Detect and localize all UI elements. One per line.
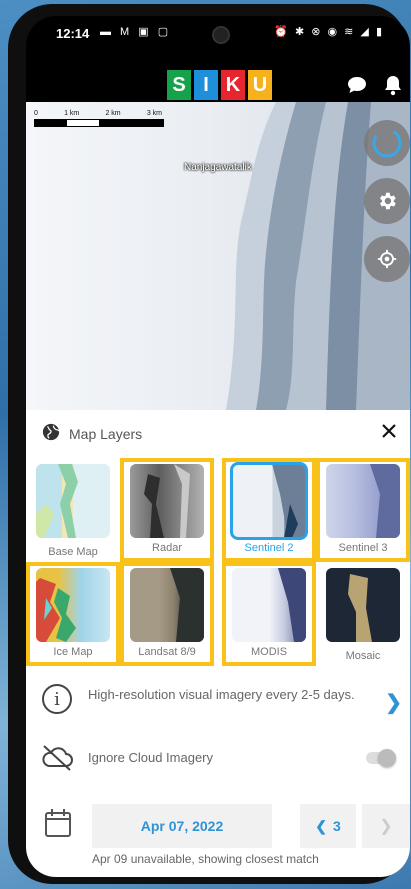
layer-grid: Base Map Radar Sentinel 2 Sentinel 3 Ice… bbox=[26, 458, 410, 668]
date-picker-button[interactable]: Apr 07, 2022 bbox=[92, 804, 272, 848]
chat-icon bbox=[348, 77, 366, 93]
front-camera bbox=[212, 26, 230, 44]
previous-date-button[interactable]: ❮ 3 bbox=[300, 804, 356, 848]
layer-label: Sentinel 2 bbox=[244, 542, 294, 554]
logo-letter-i: I bbox=[194, 70, 218, 100]
status-bar: 12:14 ▬ M ▣ ▢ ⏰ ✱ ⊗ ◉ ≋ ◢ ▮ bbox=[26, 16, 410, 50]
layer-tile-mosaic[interactable]: Mosaic bbox=[316, 562, 410, 666]
layer-label: Landsat 8/9 bbox=[138, 646, 196, 658]
app-header: S I K U bbox=[26, 50, 410, 102]
logo-letter-s: S bbox=[167, 70, 191, 100]
map-layers-panel: Map Layers Base Map Radar Sentinel 2 Sen… bbox=[26, 410, 410, 877]
layer-thumbnail bbox=[130, 568, 204, 642]
scale-label: 0 bbox=[34, 110, 38, 117]
gps-icon bbox=[377, 249, 397, 269]
scale-label: 2 km bbox=[105, 110, 121, 117]
siku-logo: S I K U bbox=[167, 70, 272, 100]
next-date-button[interactable]: ❯ bbox=[362, 804, 410, 848]
layer-info-row[interactable]: i High-resolution visual imagery every 2… bbox=[26, 684, 410, 724]
gear-icon bbox=[380, 192, 396, 210]
refresh-button[interactable] bbox=[364, 120, 410, 166]
scale-label: 1 km bbox=[64, 110, 80, 117]
place-name: Nanjagawatalik bbox=[184, 162, 252, 173]
status-time: 12:14 bbox=[56, 26, 90, 41]
bell-icon bbox=[385, 76, 401, 96]
layer-tile-radar[interactable]: Radar bbox=[120, 458, 214, 562]
layer-thumbnail bbox=[36, 464, 110, 538]
layer-description: High-resolution visual imagery every 2-5… bbox=[88, 687, 355, 702]
notification-icons: ▬ M ▣ ▢ bbox=[100, 26, 172, 38]
layer-thumbnail bbox=[230, 462, 308, 540]
layer-thumbnail bbox=[326, 568, 400, 642]
panel-title: Map Layers bbox=[69, 426, 143, 442]
logo-letter-k: K bbox=[221, 70, 245, 100]
chevron-right-icon: ❯ bbox=[379, 818, 393, 835]
cloud-off-icon bbox=[42, 745, 73, 771]
layer-thumbnail bbox=[130, 464, 204, 538]
map-scale: 0 1 km 2 km 3 km bbox=[34, 110, 164, 127]
layer-tile-base-map[interactable]: Base Map bbox=[26, 458, 120, 562]
layer-label: MODIS bbox=[250, 646, 288, 658]
layer-label: Mosaic bbox=[345, 650, 381, 662]
settings-button[interactable] bbox=[364, 178, 410, 224]
close-icon bbox=[382, 424, 396, 438]
calendar-icon bbox=[45, 809, 71, 837]
layer-tile-landsat[interactable]: Landsat 8/9 bbox=[120, 562, 214, 666]
info-icon: i bbox=[42, 684, 72, 714]
notifications-button[interactable] bbox=[380, 72, 406, 98]
layer-tile-sentinel-2[interactable]: Sentinel 2 bbox=[222, 458, 316, 562]
layer-label: Radar bbox=[152, 542, 182, 554]
ignore-cloud-row: Ignore Cloud Imagery bbox=[26, 744, 410, 774]
ignore-cloud-toggle[interactable] bbox=[366, 749, 396, 767]
locate-button[interactable] bbox=[364, 236, 410, 282]
scale-bar bbox=[34, 119, 164, 127]
scale-label: 3 km bbox=[146, 110, 162, 117]
layer-label: Ice Map bbox=[53, 646, 93, 658]
date-note: Apr 09 unavailable, showing closest matc… bbox=[92, 852, 319, 866]
layer-tile-modis[interactable]: MODIS bbox=[222, 562, 316, 666]
phone-frame: 12:14 ▬ M ▣ ▢ ⏰ ✱ ⊗ ◉ ≋ ◢ ▮ S I K U 0 1 … bbox=[8, 4, 410, 884]
refresh-icon bbox=[372, 128, 402, 158]
layer-label: Base Map bbox=[48, 546, 98, 558]
globe-icon bbox=[42, 423, 60, 441]
layer-tile-ice-map[interactable]: Ice Map bbox=[26, 562, 120, 666]
layer-thumbnail bbox=[232, 568, 306, 642]
ignore-cloud-label: Ignore Cloud Imagery bbox=[88, 750, 214, 765]
layer-thumbnail bbox=[36, 568, 110, 642]
logo-letter-u: U bbox=[248, 70, 272, 100]
layer-thumbnail bbox=[326, 464, 400, 538]
satellite-imagery bbox=[26, 102, 410, 410]
layer-tile-sentinel-3[interactable]: Sentinel 3 bbox=[316, 458, 410, 562]
chevron-left-icon: ❮ bbox=[315, 817, 327, 834]
panel-header: Map Layers bbox=[26, 410, 410, 450]
system-icons: ⏰ ✱ ⊗ ◉ ≋ ◢ ▮ bbox=[274, 26, 384, 38]
date-row: Apr 07, 2022 ❮ 3 ❯ Apr 09 unavailable, s… bbox=[26, 804, 410, 874]
previous-count: 3 bbox=[332, 818, 341, 834]
map-view[interactable]: 0 1 km 2 km 3 km Nanjagawatalik bbox=[26, 102, 410, 410]
chat-button[interactable] bbox=[344, 72, 370, 98]
close-button[interactable] bbox=[378, 420, 400, 442]
app-screen: 12:14 ▬ M ▣ ▢ ⏰ ✱ ⊗ ◉ ≋ ◢ ▮ S I K U 0 1 … bbox=[26, 16, 410, 877]
layer-label: Sentinel 3 bbox=[338, 542, 388, 554]
chevron-right-icon[interactable]: ❯ bbox=[385, 690, 402, 715]
